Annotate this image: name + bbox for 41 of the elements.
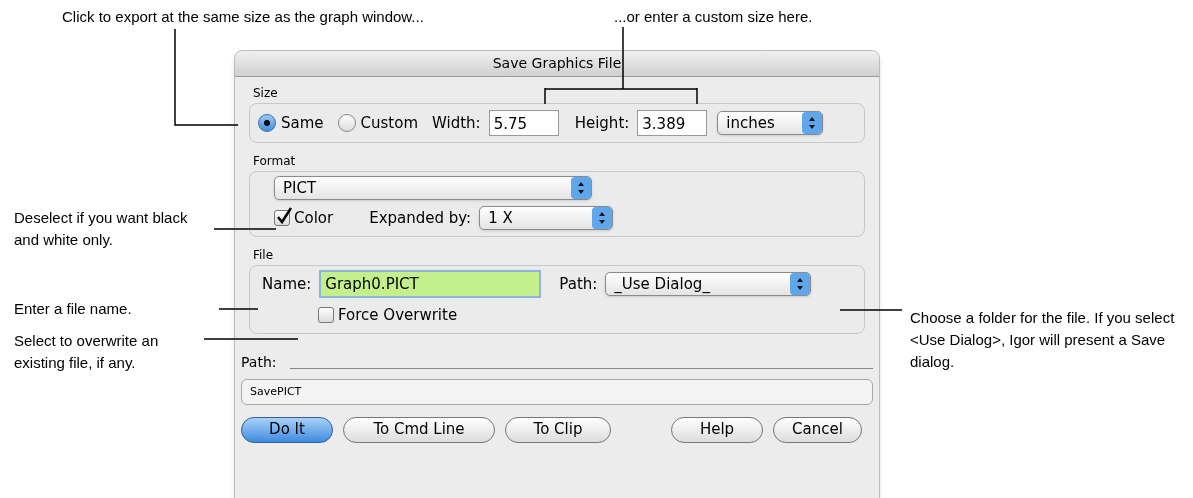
group-label: File bbox=[252, 247, 275, 263]
window-title: Save Graphics File bbox=[492, 54, 622, 73]
expanded-label: Expanded by: bbox=[369, 207, 472, 229]
dialog-button[interactable]: To Clip bbox=[505, 416, 611, 443]
path-label: Path: bbox=[559, 273, 598, 295]
width-label: Width: bbox=[432, 112, 481, 134]
annotation-text: ...or enter a custom size here. bbox=[614, 7, 813, 27]
checkbox[interactable] bbox=[318, 307, 334, 324]
radio-label: Custom bbox=[360, 112, 419, 134]
radio-label: Same bbox=[281, 112, 324, 134]
path-label: Path: bbox=[241, 352, 277, 372]
annotation-text: Click to export at the same size as the graph window... bbox=[62, 7, 424, 27]
stepper-icon bbox=[592, 207, 613, 229]
dialog-button[interactable]: Help bbox=[671, 416, 763, 443]
units-dropdown[interactable]: inches bbox=[717, 111, 824, 135]
stepper-icon bbox=[802, 112, 823, 134]
width-field[interactable]: 5.75 bbox=[488, 110, 559, 136]
name-label: Name: bbox=[262, 273, 312, 295]
annotation-text: Choose a folder for the file. If you select <Use Dialog>, Igor will present a Save dialog. bbox=[910, 308, 1176, 372]
format-dropdown[interactable]: PICT bbox=[274, 176, 592, 200]
stepper-icon bbox=[571, 177, 591, 199]
group-label: Format bbox=[252, 153, 297, 169]
path-dropdown[interactable]: _Use Dialog_ bbox=[605, 272, 812, 296]
dialog-button[interactable]: Do It bbox=[241, 416, 333, 443]
checkbox-label: Color bbox=[294, 207, 334, 229]
height-label: Height: bbox=[574, 112, 630, 134]
name-field[interactable]: Graph0.PICT bbox=[319, 270, 542, 298]
checkbox-label: Force Overwrite bbox=[338, 305, 458, 326]
group-label: Size bbox=[252, 85, 279, 101]
dialog-button[interactable]: Cancel bbox=[773, 416, 862, 443]
annotation-text: Select to overwrite an existing file, if any. bbox=[14, 331, 160, 373]
expansion-dropdown[interactable]: 1 X bbox=[479, 206, 614, 230]
radio-button[interactable] bbox=[258, 114, 276, 132]
stepper-icon bbox=[790, 273, 811, 295]
annotation-text: Deselect if you want black and white only. bbox=[14, 208, 189, 250]
annotation-text: Enter a file name. bbox=[14, 299, 132, 319]
command-field[interactable]: SavePICT bbox=[241, 378, 873, 405]
dialog-button[interactable]: To Cmd Line bbox=[343, 416, 495, 443]
checkbox[interactable] bbox=[274, 210, 290, 226]
radio-button[interactable] bbox=[337, 114, 356, 132]
height-field[interactable]: 3.389 bbox=[637, 110, 708, 136]
